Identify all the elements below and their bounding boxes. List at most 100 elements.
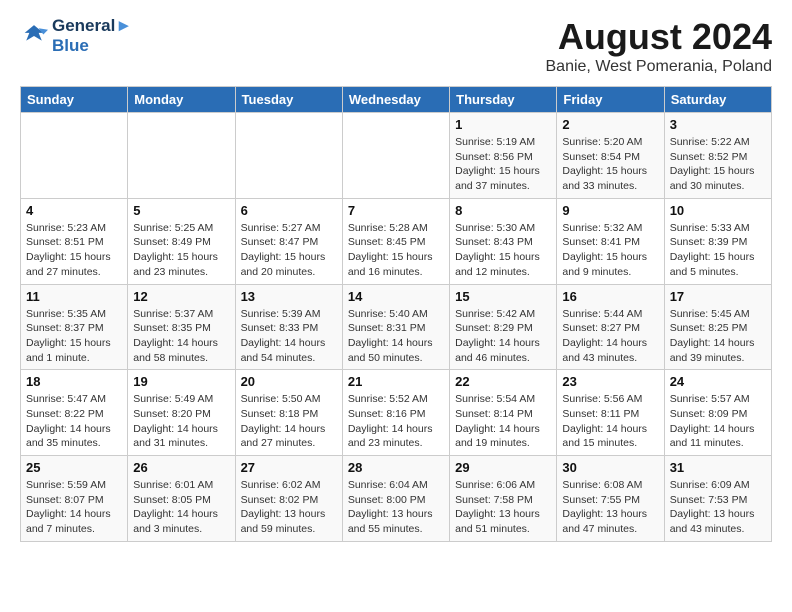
- calendar-cell: 25 Sunrise: 5:59 AMSunset: 8:07 PMDayligh…: [21, 456, 128, 542]
- day-number: 27: [241, 460, 337, 475]
- calendar-cell: 10Sunrise: 5:33 AMSunset: 8:39 PMDayligh…: [664, 198, 771, 284]
- day-number: 13: [241, 289, 337, 304]
- day-number: 12: [133, 289, 229, 304]
- day-number: 23: [562, 374, 658, 389]
- day-number: 28: [348, 460, 444, 475]
- calendar-cell: [235, 113, 342, 199]
- day-number: 11: [26, 289, 122, 304]
- calendar-cell: 28 Sunrise: 6:04 AMSunset: 8:00 PMDayligh…: [342, 456, 449, 542]
- day-number: 7: [348, 203, 444, 218]
- day-info: Sunrise: 5:23 AMSunset: 8:51 PMDaylight:…: [26, 221, 122, 280]
- col-tuesday: Tuesday: [235, 87, 342, 113]
- calendar-cell: 23 Sunrise: 5:56 AMSunset: 8:11 PMDayligh…: [557, 370, 664, 456]
- day-number: 4: [26, 203, 122, 218]
- header: General► Blue August 2024 Banie, West Po…: [20, 16, 772, 76]
- calendar-cell: 12 Sunrise: 5:37 AMSunset: 8:35 PMDayligh…: [128, 284, 235, 370]
- calendar-header-row: Sunday Monday Tuesday Wednesday Thursday…: [21, 87, 772, 113]
- calendar-cell: 20Sunrise: 5:50 AMSunset: 8:18 PMDayligh…: [235, 370, 342, 456]
- calendar-cell: 7 Sunrise: 5:28 AMSunset: 8:45 PMDaylight…: [342, 198, 449, 284]
- calendar-cell: 24 Sunrise: 5:57 AMSunset: 8:09 PMDayligh…: [664, 370, 771, 456]
- day-info: Sunrise: 5:56 AMSunset: 8:11 PMDaylight:…: [562, 392, 658, 451]
- day-number: 3: [670, 117, 766, 132]
- calendar-cell: 14 Sunrise: 5:40 AMSunset: 8:31 PMDayligh…: [342, 284, 449, 370]
- calendar-cell: 4 Sunrise: 5:23 AMSunset: 8:51 PMDaylight…: [21, 198, 128, 284]
- day-number: 26: [133, 460, 229, 475]
- calendar-cell: 6Sunrise: 5:27 AMSunset: 8:47 PMDaylight…: [235, 198, 342, 284]
- calendar-cell: [128, 113, 235, 199]
- calendar-cell: 19Sunrise: 5:49 AMSunset: 8:20 PMDayligh…: [128, 370, 235, 456]
- day-number: 14: [348, 289, 444, 304]
- calendar-cell: [342, 113, 449, 199]
- day-number: 2: [562, 117, 658, 132]
- day-number: 1: [455, 117, 551, 132]
- calendar-week-2: 11Sunrise: 5:35 AMSunset: 8:37 PMDayligh…: [21, 284, 772, 370]
- day-number: 10: [670, 203, 766, 218]
- calendar-cell: 27 Sunrise: 6:02 AMSunset: 8:02 PMDayligh…: [235, 456, 342, 542]
- calendar-week-0: 1 Sunrise: 5:19 AMSunset: 8:56 PMDaylight…: [21, 113, 772, 199]
- calendar-cell: 2 Sunrise: 5:20 AMSunset: 8:54 PMDaylight…: [557, 113, 664, 199]
- page-container: General► Blue August 2024 Banie, West Po…: [0, 0, 792, 558]
- day-info: Sunrise: 5:28 AMSunset: 8:45 PMDaylight:…: [348, 221, 444, 280]
- day-info: Sunrise: 6:04 AMSunset: 8:00 PMDaylight:…: [348, 478, 444, 537]
- calendar-cell: 15 Sunrise: 5:42 AMSunset: 8:29 PMDayligh…: [450, 284, 557, 370]
- day-info: Sunrise: 5:25 AMSunset: 8:49 PMDaylight:…: [133, 221, 229, 280]
- calendar-week-3: 18 Sunrise: 5:47 AMSunset: 8:22 PMDayligh…: [21, 370, 772, 456]
- calendar-cell: 26 Sunrise: 6:01 AMSunset: 8:05 PMDayligh…: [128, 456, 235, 542]
- day-number: 15: [455, 289, 551, 304]
- logo-text: General► Blue: [52, 16, 132, 56]
- calendar-cell: 8Sunrise: 5:30 AMSunset: 8:43 PMDaylight…: [450, 198, 557, 284]
- day-info: Sunrise: 5:59 AMSunset: 8:07 PMDaylight:…: [26, 478, 122, 537]
- logo: General► Blue: [20, 16, 132, 56]
- calendar-week-1: 4 Sunrise: 5:23 AMSunset: 8:51 PMDaylight…: [21, 198, 772, 284]
- day-number: 20: [241, 374, 337, 389]
- calendar-cell: 31Sunrise: 6:09 AMSunset: 7:53 PMDayligh…: [664, 456, 771, 542]
- day-info: Sunrise: 6:02 AMSunset: 8:02 PMDaylight:…: [241, 478, 337, 537]
- col-saturday: Saturday: [664, 87, 771, 113]
- day-info: Sunrise: 5:37 AMSunset: 8:35 PMDaylight:…: [133, 307, 229, 366]
- day-info: Sunrise: 6:08 AMSunset: 7:55 PMDaylight:…: [562, 478, 658, 537]
- col-sunday: Sunday: [21, 87, 128, 113]
- day-info: Sunrise: 5:19 AMSunset: 8:56 PMDaylight:…: [455, 135, 551, 194]
- calendar-table: Sunday Monday Tuesday Wednesday Thursday…: [20, 86, 772, 542]
- calendar-cell: 22Sunrise: 5:54 AMSunset: 8:14 PMDayligh…: [450, 370, 557, 456]
- day-info: Sunrise: 5:40 AMSunset: 8:31 PMDaylight:…: [348, 307, 444, 366]
- calendar-cell: 5 Sunrise: 5:25 AMSunset: 8:49 PMDaylight…: [128, 198, 235, 284]
- calendar-cell: 21Sunrise: 5:52 AMSunset: 8:16 PMDayligh…: [342, 370, 449, 456]
- calendar-title: August 2024: [546, 16, 773, 58]
- calendar-cell: 29Sunrise: 6:06 AMSunset: 7:58 PMDayligh…: [450, 456, 557, 542]
- day-info: Sunrise: 6:01 AMSunset: 8:05 PMDaylight:…: [133, 478, 229, 537]
- col-thursday: Thursday: [450, 87, 557, 113]
- day-number: 8: [455, 203, 551, 218]
- calendar-cell: 3 Sunrise: 5:22 AMSunset: 8:52 PMDaylight…: [664, 113, 771, 199]
- day-info: Sunrise: 5:39 AMSunset: 8:33 PMDaylight:…: [241, 307, 337, 366]
- day-info: Sunrise: 5:44 AMSunset: 8:27 PMDaylight:…: [562, 307, 658, 366]
- logo-icon: [20, 22, 48, 50]
- day-info: Sunrise: 5:27 AMSunset: 8:47 PMDaylight:…: [241, 221, 337, 280]
- calendar-cell: 17 Sunrise: 5:45 AMSunset: 8:25 PMDayligh…: [664, 284, 771, 370]
- col-wednesday: Wednesday: [342, 87, 449, 113]
- day-number: 25: [26, 460, 122, 475]
- day-info: Sunrise: 5:20 AMSunset: 8:54 PMDaylight:…: [562, 135, 658, 194]
- day-info: Sunrise: 5:47 AMSunset: 8:22 PMDaylight:…: [26, 392, 122, 451]
- calendar-cell: 11Sunrise: 5:35 AMSunset: 8:37 PMDayligh…: [21, 284, 128, 370]
- day-number: 18: [26, 374, 122, 389]
- day-info: Sunrise: 5:57 AMSunset: 8:09 PMDaylight:…: [670, 392, 766, 451]
- day-info: Sunrise: 5:52 AMSunset: 8:16 PMDaylight:…: [348, 392, 444, 451]
- col-friday: Friday: [557, 87, 664, 113]
- calendar-cell: 1 Sunrise: 5:19 AMSunset: 8:56 PMDaylight…: [450, 113, 557, 199]
- title-block: August 2024 Banie, West Pomerania, Polan…: [546, 16, 773, 76]
- day-info: Sunrise: 5:32 AMSunset: 8:41 PMDaylight:…: [562, 221, 658, 280]
- day-info: Sunrise: 5:42 AMSunset: 8:29 PMDaylight:…: [455, 307, 551, 366]
- day-number: 22: [455, 374, 551, 389]
- day-number: 5: [133, 203, 229, 218]
- day-number: 24: [670, 374, 766, 389]
- calendar-cell: 30 Sunrise: 6:08 AMSunset: 7:55 PMDayligh…: [557, 456, 664, 542]
- col-monday: Monday: [128, 87, 235, 113]
- day-info: Sunrise: 5:22 AMSunset: 8:52 PMDaylight:…: [670, 135, 766, 194]
- calendar-cell: 18 Sunrise: 5:47 AMSunset: 8:22 PMDayligh…: [21, 370, 128, 456]
- day-number: 16: [562, 289, 658, 304]
- day-number: 31: [670, 460, 766, 475]
- day-number: 30: [562, 460, 658, 475]
- day-number: 17: [670, 289, 766, 304]
- day-info: Sunrise: 5:45 AMSunset: 8:25 PMDaylight:…: [670, 307, 766, 366]
